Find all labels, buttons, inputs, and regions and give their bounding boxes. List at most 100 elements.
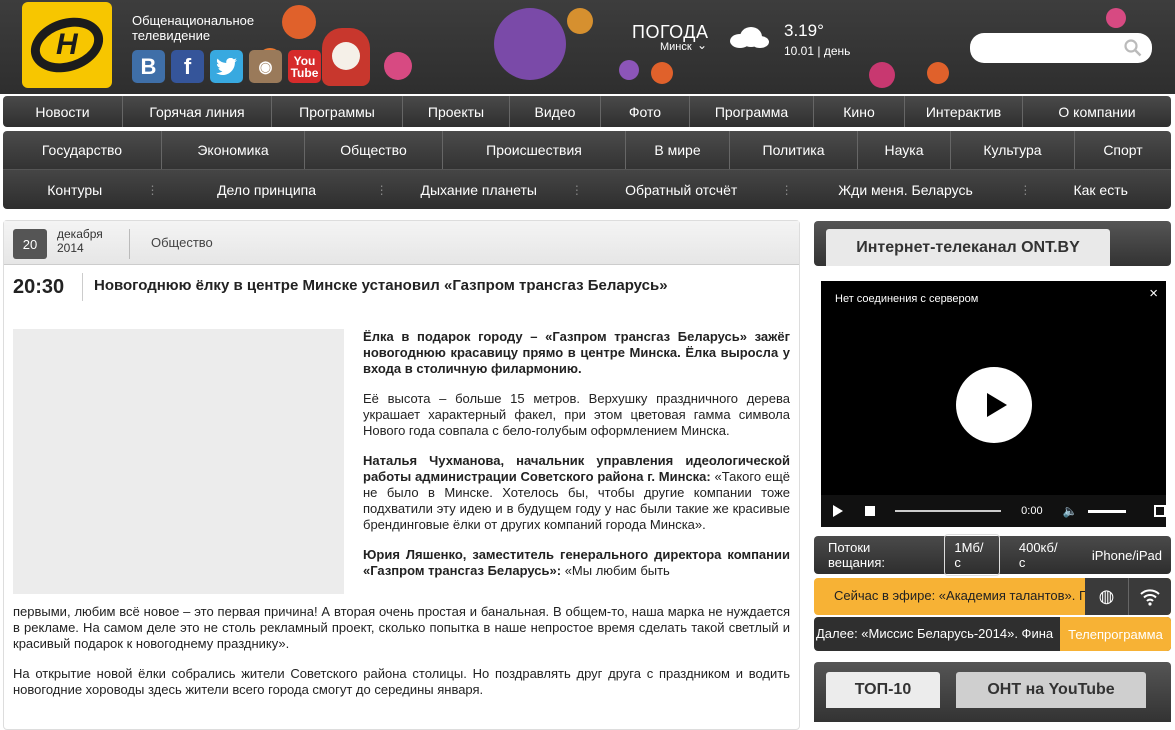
article: 20 декабря 2014 Общество 20:30 Новогодню… bbox=[3, 220, 800, 730]
quote-text: «Мы любим быть bbox=[561, 563, 670, 578]
rubric-incidents[interactable]: Происшествия bbox=[443, 131, 626, 169]
nav-item-news[interactable]: Новости bbox=[3, 96, 123, 127]
date-month-year: декабря 2014 bbox=[57, 227, 103, 255]
next-program-text[interactable]: Далее: «Миссис Беларусь-2014». Фина bbox=[816, 626, 1059, 641]
rubric-science[interactable]: Наука bbox=[858, 131, 951, 169]
play-button[interactable] bbox=[956, 367, 1032, 443]
site-header: Н Общенациональное телевидение B f ◉ You… bbox=[0, 0, 1175, 94]
next-program-bar: Далее: «Миссис Беларусь-2014». Фина Теле… bbox=[814, 617, 1171, 651]
article-body-top: Ёлка в подарок городу – «Газпром трансга… bbox=[363, 329, 790, 579]
weather-city-select[interactable]: Минск bbox=[660, 41, 692, 53]
article-rubric-link[interactable]: Общество bbox=[151, 235, 213, 250]
close-icon[interactable]: × bbox=[1149, 285, 1158, 302]
article-meta-bar: 20 декабря 2014 Общество bbox=[4, 221, 799, 265]
nav-separator: ⋮ bbox=[780, 182, 793, 197]
instagram-icon[interactable]: ◉ bbox=[249, 50, 282, 83]
video-player[interactable]: Нет соединения с сервером × 0:00 🔈 bbox=[821, 281, 1167, 527]
show-as-is[interactable]: Как есть bbox=[1030, 170, 1171, 210]
weather-date: 10.01 | день bbox=[784, 44, 851, 58]
ornament-ball bbox=[567, 8, 593, 34]
ornament-ball bbox=[384, 52, 412, 80]
tab-top10[interactable]: ТОП-10 bbox=[826, 672, 940, 708]
nav-item-interactive[interactable]: Интерактив bbox=[905, 96, 1023, 127]
ornament-ball bbox=[282, 5, 316, 39]
date-day-badge: 20 bbox=[13, 229, 47, 259]
nav-item-photo[interactable]: Фото bbox=[601, 96, 690, 127]
social-links: B f ◉ You Tube bbox=[132, 50, 321, 83]
tv-tab-bar: Интернет-телеканал ONT.BY bbox=[814, 221, 1171, 266]
volume-slider[interactable] bbox=[1087, 509, 1127, 513]
show-wait-for-me[interactable]: Жди меня. Беларусь bbox=[792, 170, 1020, 210]
nav-separator: ⋮ bbox=[570, 182, 583, 197]
ont-logo[interactable]: Н bbox=[22, 2, 112, 88]
divider bbox=[82, 273, 83, 301]
cloud-icon bbox=[730, 27, 769, 48]
stop-icon[interactable] bbox=[865, 506, 875, 516]
rubric-politics[interactable]: Политика bbox=[730, 131, 858, 169]
ornament-ball bbox=[494, 8, 566, 80]
player-controls: 0:00 🔈 bbox=[821, 495, 1167, 527]
show-breath-of-planet[interactable]: Дыхание планеты bbox=[387, 170, 571, 210]
player-error-message: Нет соединения с сервером bbox=[835, 293, 979, 305]
streams-label: Потоки вещания: bbox=[828, 540, 886, 570]
weather-temperature: 3.19° bbox=[784, 21, 824, 40]
nav-item-cinema[interactable]: Кино bbox=[814, 96, 905, 127]
nav-item-video[interactable]: Видео bbox=[510, 96, 601, 127]
date-month: декабря bbox=[57, 227, 103, 241]
article-title: Новогоднюю ёлку в центре Минске установи… bbox=[94, 277, 668, 294]
twitter-icon[interactable] bbox=[210, 50, 243, 83]
tv-schedule-button[interactable]: Телепрограмма bbox=[1060, 617, 1171, 651]
stream-option-1mb[interactable]: 1Мб/с bbox=[944, 534, 1000, 576]
show-contours[interactable]: Контуры bbox=[3, 170, 146, 210]
rubric-society[interactable]: Общество bbox=[305, 131, 443, 169]
play-icon[interactable] bbox=[833, 505, 843, 517]
globe-icon[interactable]: ◍ bbox=[1085, 578, 1129, 615]
nav-separator: ⋮ bbox=[1019, 182, 1031, 197]
fullscreen-icon[interactable] bbox=[1154, 505, 1167, 517]
search-input[interactable] bbox=[970, 33, 1152, 63]
chevron-down-icon[interactable]: ⌄ bbox=[697, 38, 707, 52]
rubric-state[interactable]: Государство bbox=[3, 131, 162, 169]
wifi-icon[interactable] bbox=[1129, 578, 1171, 615]
tab-internet-tv[interactable]: Интернет-телеканал ONT.BY bbox=[826, 229, 1110, 266]
article-paragraph: первыми, любим всё новое – это первая пр… bbox=[13, 604, 790, 651]
search-icon[interactable] bbox=[1124, 39, 1142, 57]
shows-nav: Контуры ⋮ Дело принципа ⋮ Дыхание планет… bbox=[3, 169, 1171, 209]
vkontakte-icon[interactable]: B bbox=[132, 50, 165, 83]
player-time: 0:00 bbox=[1021, 505, 1043, 517]
nav-item-programs[interactable]: Программы bbox=[272, 96, 403, 127]
facebook-icon[interactable]: f bbox=[171, 50, 204, 83]
rubric-culture[interactable]: Культура bbox=[951, 131, 1075, 169]
article-paragraph: Наталья Чухманова, начальник управления … bbox=[363, 453, 790, 533]
nav-separator: ⋮ bbox=[146, 182, 158, 197]
article-lead: Ёлка в подарок городу – «Газпром трансга… bbox=[363, 329, 790, 376]
main-nav: Новости Горячая линия Программы Проекты … bbox=[3, 96, 1171, 127]
nav-item-hotline[interactable]: Горячая линия bbox=[123, 96, 272, 127]
seek-slider[interactable] bbox=[894, 510, 1002, 512]
nav-item-about[interactable]: О компании bbox=[1023, 96, 1171, 127]
date-year: 2014 bbox=[57, 241, 84, 255]
rubric-economy[interactable]: Экономика bbox=[162, 131, 305, 169]
show-principle[interactable]: Дело принципа bbox=[157, 170, 375, 210]
rubric-world[interactable]: В мире bbox=[626, 131, 730, 169]
santa-illustration bbox=[322, 28, 370, 86]
bottom-tab-bar: ТОП-10 ОНТ на YouTube bbox=[814, 662, 1171, 722]
stream-option-400kb[interactable]: 400кб/с bbox=[1010, 535, 1073, 575]
article-photo bbox=[13, 329, 344, 594]
play-icon bbox=[987, 393, 1007, 417]
article-paragraph: На открытие новой ёлки собрались жители … bbox=[13, 666, 790, 697]
nav-separator: ⋮ bbox=[375, 182, 388, 197]
on-air-bar: Сейчас в эфире: «Академия талантов». Г ◍ bbox=[814, 578, 1171, 615]
on-air-text[interactable]: Сейчас в эфире: «Академия талантов». Г bbox=[834, 588, 1086, 603]
rubric-sport[interactable]: Спорт bbox=[1075, 131, 1171, 169]
nav-item-schedule[interactable]: Программа bbox=[690, 96, 814, 127]
show-countdown[interactable]: Обратный отсчёт bbox=[582, 170, 781, 210]
nav-item-projects[interactable]: Проекты bbox=[403, 96, 510, 127]
ornament-ball bbox=[619, 60, 639, 80]
volume-icon[interactable]: 🔈 bbox=[1063, 504, 1078, 518]
youtube-icon[interactable]: You Tube bbox=[288, 50, 321, 83]
stream-option-iphone[interactable]: iPhone/iPad bbox=[1083, 543, 1171, 568]
stream-selector: Потоки вещания: 1Мб/с 400кб/с iPhone/iPa… bbox=[814, 534, 1171, 576]
tab-ont-youtube[interactable]: ОНТ на YouTube bbox=[956, 672, 1146, 708]
article-body-bottom: первыми, любим всё новое – это первая пр… bbox=[13, 604, 790, 712]
